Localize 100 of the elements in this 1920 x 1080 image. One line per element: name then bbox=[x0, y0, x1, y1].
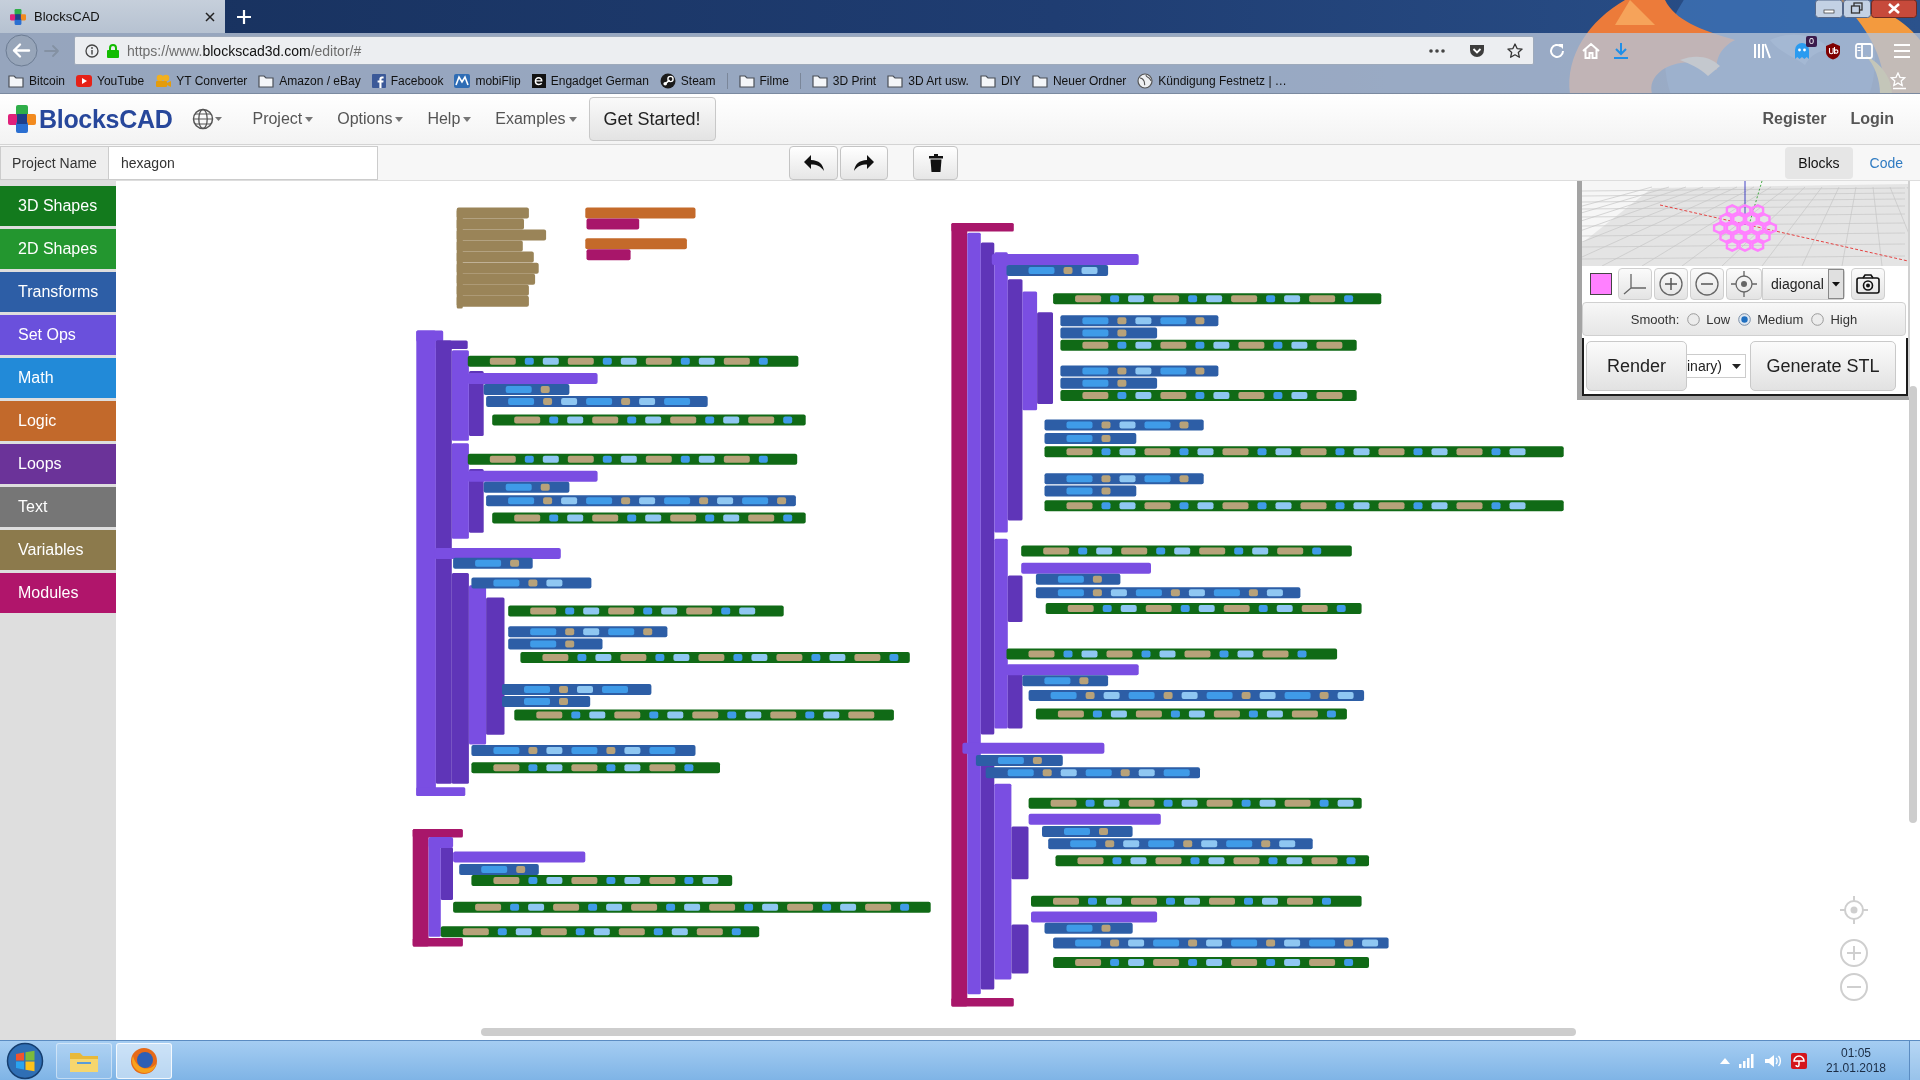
view-tab[interactable]: Blocks bbox=[1785, 146, 1853, 179]
star-list-icon[interactable] bbox=[1890, 71, 1908, 90]
caret-icon bbox=[568, 116, 577, 122]
windows-start-icon[interactable] bbox=[6, 1041, 44, 1080]
zoom-in-button[interactable] bbox=[1654, 268, 1688, 300]
shield-icon[interactable] bbox=[1825, 41, 1841, 60]
letter-f-icon bbox=[371, 73, 386, 88]
close-icon[interactable] bbox=[205, 11, 215, 22]
close-icon[interactable] bbox=[1871, 0, 1917, 18]
minimize-icon[interactable] bbox=[1815, 0, 1843, 18]
bookmark-item[interactable]: YouTube bbox=[76, 73, 145, 88]
zoom-in-icon bbox=[1659, 272, 1683, 296]
ghost-icon[interactable] bbox=[1793, 41, 1811, 60]
color-swatch[interactable] bbox=[1590, 273, 1612, 295]
menu-item[interactable]: Options bbox=[337, 110, 404, 128]
project-name-label: Project Name bbox=[0, 145, 109, 180]
reload-icon[interactable] bbox=[1548, 41, 1566, 60]
category-button[interactable]: Loops bbox=[0, 444, 116, 484]
bookmark-item[interactable]: 3D Art usw. bbox=[887, 73, 969, 88]
bookmark-item[interactable]: 3D Print bbox=[811, 73, 877, 88]
letter-e-icon bbox=[531, 73, 546, 88]
view-tab[interactable]: Code bbox=[1856, 146, 1916, 179]
caret-icon bbox=[1732, 363, 1741, 369]
blocks-logo-icon bbox=[10, 8, 26, 25]
pocket-icon[interactable] bbox=[1469, 43, 1485, 58]
redo-button[interactable] bbox=[840, 145, 888, 180]
trash-icon bbox=[928, 153, 943, 172]
category-button[interactable]: Transforms bbox=[0, 272, 116, 312]
folder-icon bbox=[979, 73, 996, 88]
category-button[interactable]: Modules bbox=[0, 573, 116, 613]
axes-button[interactable] bbox=[1618, 268, 1652, 300]
radio-button-icon[interactable] bbox=[1687, 312, 1701, 326]
folder-icon bbox=[258, 73, 275, 88]
menu-item[interactable]: Project bbox=[252, 110, 314, 128]
account-link[interactable]: Register bbox=[1762, 110, 1827, 128]
bookmark-item[interactable]: Neuer Ordner bbox=[1031, 73, 1127, 88]
menu-item[interactable]: Examples bbox=[495, 110, 577, 128]
camera-icon bbox=[1855, 274, 1880, 294]
star-icon[interactable] bbox=[1507, 42, 1523, 59]
project-name-field[interactable]: hexagon bbox=[109, 145, 378, 180]
radio-button-icon[interactable] bbox=[1738, 312, 1752, 326]
address-bar[interactable]: https://www.blockscad3d.com/editor/# bbox=[74, 36, 1534, 65]
language-globe-icon[interactable] bbox=[192, 108, 223, 130]
caret-icon bbox=[395, 116, 404, 122]
sidebar-icon[interactable] bbox=[1855, 42, 1873, 59]
radio-label: Medium bbox=[1757, 311, 1804, 327]
menu-item[interactable]: Help bbox=[427, 110, 472, 128]
undo-button[interactable] bbox=[789, 145, 838, 180]
category-button[interactable]: 3D Shapes bbox=[0, 186, 116, 226]
bookmark-item[interactable]: Bitcoin bbox=[8, 73, 66, 88]
bookmark-item[interactable]: DIY bbox=[979, 73, 1021, 88]
center-view-button[interactable] bbox=[1726, 268, 1762, 300]
plus-icon[interactable] bbox=[237, 10, 251, 24]
bookmark-item[interactable]: Kündigung Festnetz | … bbox=[1137, 72, 1287, 89]
category-button[interactable]: Logic bbox=[0, 401, 116, 441]
snapshot-button[interactable] bbox=[1850, 268, 1885, 300]
browser-tab[interactable]: BlocksCAD bbox=[0, 0, 225, 33]
generate-stl-button[interactable]: Generate STL bbox=[1750, 341, 1896, 391]
category-button[interactable]: 2D Shapes bbox=[0, 229, 116, 269]
stl-format-select[interactable]: inary) bbox=[1687, 354, 1746, 378]
globe-icon bbox=[1137, 72, 1154, 89]
target-icon bbox=[1731, 271, 1757, 297]
lock-icon bbox=[107, 43, 119, 58]
piston-logo-icon bbox=[659, 72, 676, 89]
smooth-label: Smooth: bbox=[1630, 311, 1680, 327]
library-icon[interactable] bbox=[1753, 41, 1771, 60]
maximize-icon[interactable] bbox=[1843, 0, 1871, 18]
folder-icon bbox=[887, 73, 904, 88]
bookmark-item[interactable]: Facebook bbox=[371, 73, 444, 88]
category-button[interactable]: Variables bbox=[0, 530, 116, 570]
horizontal-scrollbar[interactable] bbox=[481, 1028, 1576, 1036]
category-button[interactable]: Math bbox=[0, 358, 116, 398]
bookmark-item[interactable]: Amazon / eBay bbox=[258, 73, 361, 88]
get-started-button[interactable]: Get Started! bbox=[588, 97, 716, 141]
play-icon bbox=[76, 74, 93, 87]
taskbar-app-button[interactable] bbox=[116, 1042, 172, 1079]
vertical-scrollbar[interactable] bbox=[1909, 386, 1917, 823]
radio-label: Low bbox=[1706, 311, 1731, 327]
account-link[interactable]: Login bbox=[1850, 110, 1894, 128]
category-button[interactable]: Set Ops bbox=[0, 315, 116, 355]
bookmark-item[interactable]: Filme bbox=[738, 73, 789, 88]
zoom-out-button[interactable] bbox=[1690, 268, 1724, 300]
bookmark-item[interactable]: Engadget German bbox=[531, 73, 649, 88]
brand-name: BlocksCAD bbox=[39, 104, 173, 134]
camera-icon bbox=[155, 73, 172, 88]
more-dots-icon[interactable] bbox=[1429, 48, 1445, 53]
show-desktop-button[interactable] bbox=[1909, 1041, 1920, 1080]
radio-button-icon[interactable] bbox=[1811, 312, 1825, 326]
umbrella-icon[interactable] bbox=[1790, 1052, 1807, 1069]
caret-icon bbox=[463, 116, 472, 122]
category-button[interactable]: Text bbox=[0, 487, 116, 527]
folder-icon bbox=[8, 73, 24, 88]
render-button[interactable]: Render bbox=[1586, 341, 1687, 391]
delete-button[interactable] bbox=[913, 145, 958, 180]
bookmark-item[interactable]: Steam bbox=[659, 72, 716, 89]
extension-badge: 0 bbox=[1806, 35, 1817, 47]
view-select[interactable]: diagonal bbox=[1762, 268, 1845, 300]
axes-icon bbox=[1623, 273, 1647, 295]
bookmark-item[interactable]: YT Converter bbox=[155, 73, 248, 88]
bookmark-item[interactable]: mobiFlip bbox=[454, 73, 521, 88]
